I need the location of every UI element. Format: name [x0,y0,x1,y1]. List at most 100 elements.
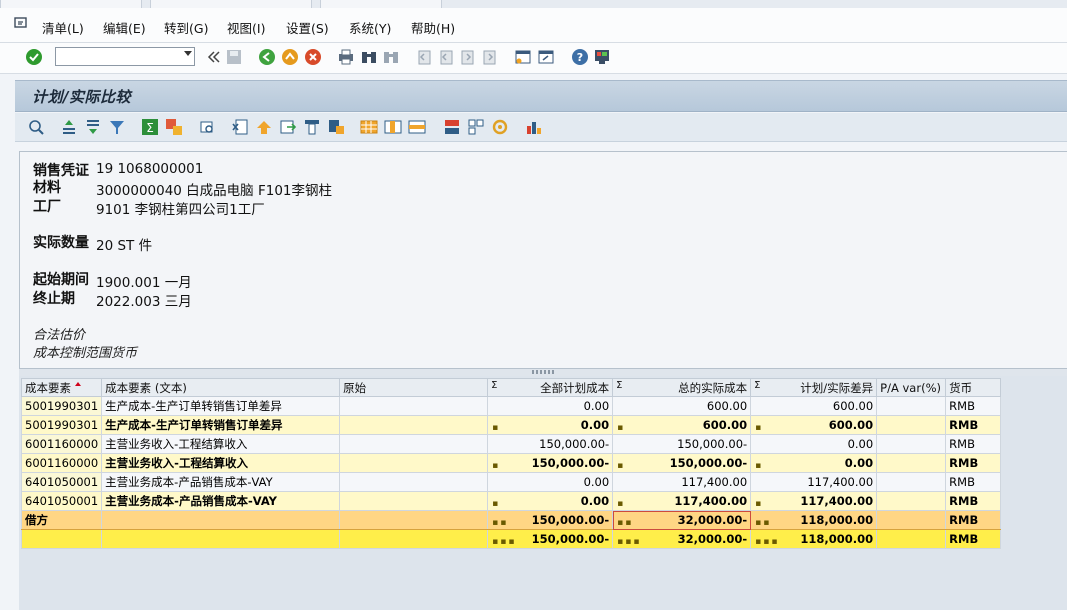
filter-icon[interactable] [108,118,126,136]
actual-cost-cell[interactable]: 117,400.00 [612,472,752,492]
origin-cell[interactable] [339,529,489,549]
choose-layout-icon[interactable] [303,118,321,136]
print-icon[interactable] [337,48,355,66]
pa-var-cell[interactable] [876,396,947,416]
plan-cost-cell[interactable]: 0.00 [487,472,614,492]
origin-cell[interactable] [339,510,489,530]
variance-cell[interactable]: ▪ 600.00 [750,415,878,435]
menu-edit[interactable]: 编辑(E) [103,18,146,37]
grid-view-icon[interactable] [360,118,378,136]
currency-cell[interactable]: RMB [945,491,1002,511]
cost-element-text-cell[interactable]: 生产成本-生产订单转销售订单差异 [101,415,341,435]
origin-cell[interactable] [339,396,489,416]
find-next-icon[interactable] [382,48,400,66]
chevron-down-icon[interactable] [184,51,192,56]
table-row[interactable]: ▪▪▪ 150,000.00- ▪▪▪ 32,000.00- ▪▪▪ 118,000.00… [20,529,1002,549]
excel-export-icon[interactable] [231,118,249,136]
plan-cost-cell[interactable]: ▪ 150,000.00- [487,453,614,473]
enter-check-icon[interactable] [25,48,43,66]
menu-settings[interactable]: 设置(S) [286,18,329,37]
col-header-plan-cost[interactable]: Σ 全部计划成本 [487,378,614,397]
actual-cost-cell[interactable]: 150,000.00- [612,434,752,454]
origin-cell[interactable] [339,472,489,492]
currency-cell[interactable]: RMB [945,396,1002,416]
first-page-icon[interactable] [415,48,433,66]
change-layout-icon[interactable] [255,118,273,136]
find-icon[interactable] [360,48,378,66]
refresh-icon[interactable] [491,118,509,136]
pa-var-cell[interactable] [876,529,947,549]
table-row[interactable]: 6001160000 主营业务收入-工程结算收入 150,000.00- 150,00… [20,434,1002,454]
table-row[interactable]: 借方 ▪▪ 150,000.00- ▪▪ 32,000.00- ▪▪ 118,000.00 R… [20,510,1002,530]
cost-element-text-cell[interactable] [101,529,341,549]
pa-var-cell[interactable] [876,434,947,454]
splitter-grip-icon[interactable] [532,370,554,374]
currency-cell[interactable]: RMB [945,415,1002,435]
help-icon[interactable]: ? [571,48,589,66]
table-row[interactable]: 6401050001 主营业务成本-产品销售成本-VAY ▪ 0.00 ▪ 117,400… [20,491,1002,511]
exit-icon[interactable] [281,48,299,66]
previous-page-icon[interactable] [437,48,455,66]
actual-cost-cell[interactable]: ▪▪ 32,000.00- [612,510,752,530]
col-header-pa-var[interactable]: P/A var(%) [876,378,947,397]
menu-icon[interactable] [14,17,28,29]
panel-splitter[interactable] [19,369,1067,376]
plan-cost-cell[interactable]: 150,000.00- [487,434,614,454]
plan-cost-cell[interactable]: ▪ 0.00 [487,491,614,511]
cost-element-cell[interactable]: 借方 [20,510,103,530]
cost-element-text-cell[interactable]: 主营业务收入-工程结算收入 [101,453,341,473]
command-field[interactable] [55,47,195,66]
cost-element-cell[interactable]: 6001160000 [20,453,103,473]
pa-var-cell[interactable] [876,415,947,435]
new-session-icon[interactable] [514,48,532,66]
cost-element-text-cell[interactable]: 主营业务收入-工程结算收入 [101,434,341,454]
shortcut-icon[interactable] [537,48,555,66]
menu-system[interactable]: 系统(Y) [349,18,391,37]
variance-cell[interactable]: ▪ 117,400.00 [750,491,878,511]
menu-view[interactable]: 视图(I) [227,18,265,37]
menu-help[interactable]: 帮助(H) [411,18,455,37]
variance-cell[interactable]: ▪ 0.00 [750,453,878,473]
insert-row-icon[interactable] [408,118,426,136]
export-icon[interactable] [279,118,297,136]
cost-element-text-cell[interactable]: 主营业务成本-产品销售成本-VAY [101,491,341,511]
command-input[interactable] [56,48,182,65]
pa-var-cell[interactable] [876,491,947,511]
plan-cost-cell[interactable]: 0.00 [487,396,614,416]
actual-cost-cell[interactable]: ▪▪▪ 32,000.00- [612,529,752,549]
cancel-icon[interactable] [304,48,322,66]
actual-cost-cell[interactable]: ▪ 150,000.00- [612,453,752,473]
cost-element-cell[interactable]: 6401050001 [20,491,103,511]
col-header-origin[interactable]: 原始 [339,378,489,397]
plan-cost-cell[interactable]: ▪ 0.00 [487,415,614,435]
currency-cell[interactable]: RMB [945,472,1002,492]
actual-cost-cell[interactable]: ▪ 600.00 [612,415,752,435]
insert-column-icon[interactable] [384,118,402,136]
plan-cost-cell[interactable]: ▪▪ 150,000.00- [487,510,614,530]
chart-icon[interactable] [525,118,543,136]
table-row[interactable]: 6001160000 主营业务收入-工程结算收入 ▪ 150,000.00- ▪ 150,… [20,453,1002,473]
pa-var-cell[interactable] [876,510,947,530]
print-preview-icon[interactable] [198,118,216,136]
cost-element-cell[interactable]: 6001160000 [20,434,103,454]
cost-element-text-cell[interactable] [101,510,341,530]
col-header-cost-element-text[interactable]: 成本要素 (文本) [101,378,341,397]
origin-cell[interactable] [339,415,489,435]
cost-element-text-cell[interactable]: 主营业务成本-产品销售成本-VAY [101,472,341,492]
menu-goto[interactable]: 转到(G) [164,18,208,37]
origin-cell[interactable] [339,434,489,454]
actual-cost-cell[interactable]: ▪ 117,400.00 [612,491,752,511]
save-icon[interactable] [225,48,243,66]
table-row[interactable]: 6401050001 主营业务成本-产品销售成本-VAY 0.00 117,400.0… [20,472,1002,492]
currency-cell[interactable]: RMB [945,510,1002,530]
cost-element-text-cell[interactable]: 生产成本-生产订单转销售订单差异 [101,396,341,416]
total-icon[interactable]: Σ [141,118,159,136]
table-row[interactable]: 5001990301 生产成本-生产订单转销售订单差异 0.00 600.00 600.… [20,396,1002,416]
plan-cost-cell[interactable]: ▪▪▪ 150,000.00- [487,529,614,549]
detail-icon[interactable] [27,118,45,136]
variance-cell[interactable]: 600.00 [750,396,878,416]
origin-cell[interactable] [339,453,489,473]
currency-cell[interactable]: RMB [945,434,1002,454]
customize-layout-icon[interactable] [593,48,611,66]
menu-list[interactable]: 清单(L) [42,18,84,37]
